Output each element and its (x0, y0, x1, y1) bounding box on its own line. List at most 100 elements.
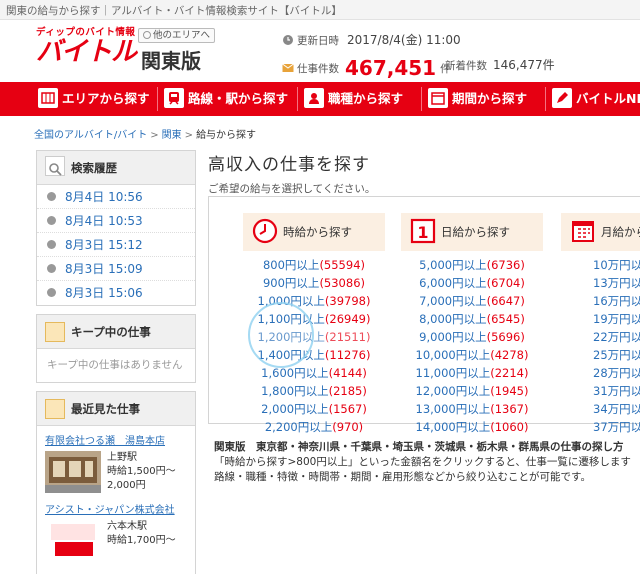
salary-count: (970) (332, 420, 364, 434)
salary-link[interactable]: 19万円以上 (593, 312, 640, 326)
salary-option[interactable]: 16万円以上 (561, 292, 640, 310)
salary-link[interactable]: 11,000円以上(2214) (416, 366, 529, 380)
salary-option[interactable]: 8,000円以上(6545) (401, 310, 543, 328)
salary-option[interactable]: 19万円以上 (561, 310, 640, 328)
salary-link[interactable]: 8,000円以上(6545) (419, 312, 525, 326)
breadcrumb-home[interactable]: 全国のアルバイト/バイト (34, 130, 147, 141)
history-item[interactable]: 8月3日 15:12 (37, 233, 195, 257)
other-area-button[interactable]: 他のエリアへ (138, 28, 216, 43)
history-item[interactable]: 8月3日 15:06 (37, 281, 195, 305)
salary-link[interactable]: 800円以上(55594) (263, 258, 365, 272)
salary-label: 6,000円以上 (419, 276, 487, 290)
salary-link[interactable]: 1,800円以上(2185) (261, 384, 367, 398)
logo-subtitle: ディップのバイト情報 (36, 27, 136, 38)
salary-option[interactable]: 6,000円以上(6704) (401, 274, 543, 292)
salary-option[interactable]: 10万円以上 (561, 256, 640, 274)
wage: 時給1,700円～ (107, 535, 176, 546)
salary-option[interactable]: 12,000円以上(1945) (401, 382, 543, 400)
hourly-title: 時給から探す (283, 225, 352, 239)
salary-link[interactable]: 10,000円以上(4278) (416, 348, 529, 362)
nav-station[interactable]: 路線・駅から探す (164, 87, 298, 111)
salary-link[interactable]: 7,000円以上(6647) (419, 294, 525, 308)
jobs-label: 仕事件数 (297, 63, 339, 75)
salary-option[interactable]: 37万円以上 (561, 418, 640, 436)
salary-option[interactable]: 1,600円以上(4144) (243, 364, 385, 382)
salary-link[interactable]: 5,000円以上(6736) (419, 258, 525, 272)
history-link[interactable]: 8月4日 10:53 (65, 214, 143, 228)
recent-company-link[interactable]: アシスト・ジャパン株式会社 (45, 501, 187, 516)
salary-option[interactable]: 13万円以上 (561, 274, 640, 292)
salary-option[interactable]: 34万円以上 (561, 400, 640, 418)
nav-baitoru-next[interactable]: バイトルNE (552, 87, 640, 111)
salary-link[interactable]: 16万円以上 (593, 294, 640, 308)
salary-count: (6647) (486, 294, 525, 308)
salary-link[interactable]: 12,000円以上(1945) (416, 384, 529, 398)
salary-link[interactable]: 2,200円以上(970) (265, 420, 363, 434)
history-item[interactable]: 8月3日 15:09 (37, 257, 195, 281)
salary-link[interactable]: 37万円以上 (593, 420, 640, 434)
salary-option[interactable]: 5,000円以上(6736) (401, 256, 543, 274)
page-title: 高収入の仕事を探す (208, 155, 370, 175)
salary-count: (1367) (490, 402, 529, 416)
salary-link[interactable]: 28万円以上 (593, 366, 640, 380)
salary-link[interactable]: 22万円以上 (593, 330, 640, 344)
salary-link[interactable]: 2,000円以上(1567) (261, 402, 367, 416)
month-calendar-icon (572, 221, 594, 242)
breadcrumb-separator: > (150, 130, 159, 141)
recent-company-link[interactable]: 有限会社つる瀬 湯島本店 (45, 432, 187, 447)
salary-option[interactable]: 9,000円以上(5696) (401, 328, 543, 346)
salary-link[interactable]: 31万円以上 (593, 384, 640, 398)
history-link[interactable]: 8月4日 10:56 (65, 190, 143, 204)
salary-link[interactable]: 14,000円以上(1060) (416, 420, 529, 434)
salary-option[interactable]: 800円以上(55594) (243, 256, 385, 274)
recent-item[interactable]: 上野駅 時給1,500円～ 2,000円 (45, 451, 187, 493)
salary-label: 1,600円以上 (261, 366, 329, 380)
breadcrumb-region[interactable]: 関東 (162, 130, 182, 141)
salary-count: (11276) (324, 348, 371, 362)
salary-link[interactable]: 34万円以上 (593, 402, 640, 416)
salary-option[interactable]: 28万円以上 (561, 364, 640, 382)
page-header-text: 関東の給与から探す｜アルバイト・バイト情報検索サイト【バイトル】 (6, 5, 342, 17)
clock-icon (47, 240, 56, 249)
nav-job-type[interactable]: 職種から探す (304, 87, 422, 111)
salary-option[interactable]: 900円以上(53086) (243, 274, 385, 292)
salary-link[interactable]: 13,000円以上(1367) (416, 402, 529, 416)
salary-link[interactable]: 1,600円以上(4144) (261, 366, 367, 380)
recent-item[interactable]: 六本木駅 時給1,700円～ (45, 520, 187, 562)
salary-option[interactable]: 13,000円以上(1367) (401, 400, 543, 418)
salary-link[interactable]: 25万円以上 (593, 348, 640, 362)
search-history-panel: 検索履歴 8月4日 10:56 8月4日 10:53 8月3日 15:12 8月… (36, 150, 196, 306)
salary-option[interactable]: 14,000円以上(1060) (401, 418, 543, 436)
nav-area[interactable]: エリアから探す (38, 87, 158, 111)
history-link[interactable]: 8月3日 15:06 (65, 286, 143, 300)
how-to-search: 関東版 東京都・神奈川県・千葉県・埼玉県・茨城県・栃木県・群馬県の仕事の探し方 … (214, 440, 631, 485)
history-item[interactable]: 8月4日 10:56 (37, 185, 195, 209)
salary-link[interactable]: 9,000円以上(5696) (419, 330, 525, 344)
nav-period[interactable]: 期間から探す (428, 87, 546, 111)
salary-option[interactable]: 22万円以上 (561, 328, 640, 346)
monthly-list: 10万円以上 13万円以上 16万円以上 19万円以上 22万円以上 25万円以… (561, 256, 640, 436)
salary-option[interactable]: 2,000円以上(1567) (243, 400, 385, 418)
footer-region: 関東版 (214, 441, 246, 453)
salary-option[interactable]: 1,800円以上(2185) (243, 382, 385, 400)
salary-count: (2214) (490, 366, 529, 380)
salary-link[interactable]: 10万円以上 (593, 258, 640, 272)
nav-job-type-label: 職種から探す (328, 91, 404, 106)
salary-label: 8,000円以上 (419, 312, 487, 326)
history-link[interactable]: 8月3日 15:09 (65, 262, 143, 276)
salary-option[interactable]: 25万円以上 (561, 346, 640, 364)
recent-info: 六本木駅 時給1,700円～ (107, 520, 176, 562)
pencil-icon (552, 88, 572, 108)
salary-link[interactable]: 13万円以上 (593, 276, 640, 290)
salary-option[interactable]: 11,000円以上(2214) (401, 364, 543, 382)
salary-option[interactable]: 2,200円以上(970) (243, 418, 385, 436)
salary-link[interactable]: 6,000円以上(6704) (419, 276, 525, 290)
history-item[interactable]: 8月4日 10:53 (37, 209, 195, 233)
history-link[interactable]: 8月3日 15:12 (65, 238, 143, 252)
site-logo[interactable]: ディップのバイト情報 バイトル (36, 24, 137, 66)
salary-link[interactable]: 900円以上(53086) (263, 276, 365, 290)
salary-option[interactable]: 10,000円以上(4278) (401, 346, 543, 364)
salary-option[interactable]: 7,000円以上(6647) (401, 292, 543, 310)
salary-option[interactable]: 31万円以上 (561, 382, 640, 400)
salary-count: (21511) (324, 330, 371, 344)
